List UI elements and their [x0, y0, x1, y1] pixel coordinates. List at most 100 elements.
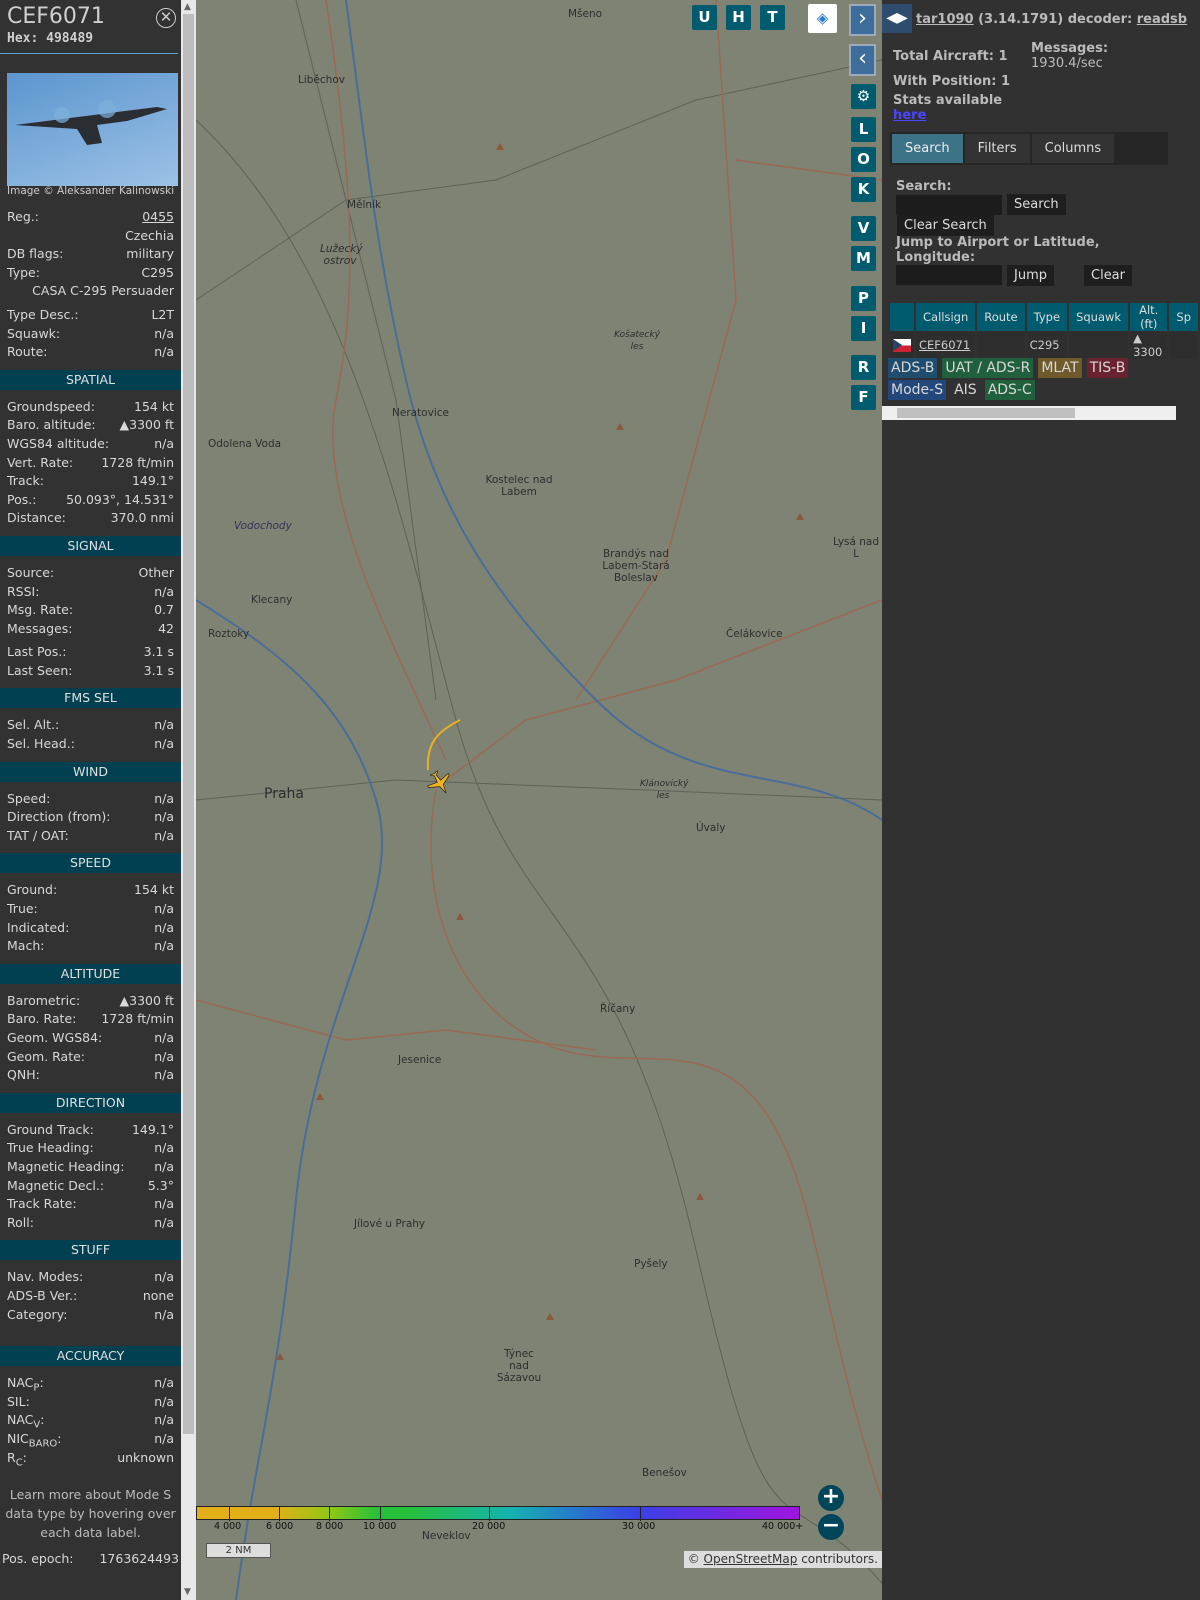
- zoom-in-icon[interactable]: +: [818, 1485, 844, 1511]
- col-callsign[interactable]: Callsign: [916, 303, 976, 331]
- settings-gear-icon[interactable]: ⚙: [851, 84, 876, 109]
- detail-value: none: [142, 1287, 174, 1303]
- search-button[interactable]: Search: [1007, 194, 1066, 215]
- detail-value: ▲3300 ft: [119, 992, 174, 1008]
- map-label: Košatecký les: [614, 330, 660, 352]
- detail-value: n/a: [154, 919, 174, 935]
- toggle-u-button[interactable]: U: [692, 5, 717, 30]
- search-input[interactable]: [896, 195, 1002, 215]
- row-squawk: [1069, 331, 1129, 359]
- detail-label: Nav. Modes:: [7, 1269, 84, 1285]
- toggle-m-button[interactable]: M: [851, 246, 876, 271]
- detail-value: Czechia: [125, 227, 174, 243]
- detail-row: Route: n/a: [0, 343, 181, 362]
- detail-row: Groundspeed: 154 kt: [0, 398, 181, 417]
- airplane-photo-icon: [15, 100, 167, 145]
- toggle-f-button[interactable]: F: [851, 385, 876, 410]
- detail-row: Barometric: ▲3300 ft: [0, 992, 181, 1011]
- detail-row: Type: C295: [0, 264, 181, 283]
- toggle-t-button[interactable]: T: [760, 5, 785, 30]
- legend-label: 40 000+: [762, 1521, 804, 1532]
- tab-columns[interactable]: Columns: [1031, 134, 1115, 163]
- col-route[interactable]: Route: [977, 303, 1025, 331]
- col-altitude[interactable]: Alt. (ft): [1130, 303, 1168, 331]
- detail-value[interactable]: 0455: [142, 208, 174, 227]
- scroll-down-icon[interactable]: ▼: [184, 1587, 191, 1597]
- toggle-o-button[interactable]: O: [851, 147, 876, 172]
- col-flag[interactable]: [890, 303, 914, 331]
- detail-value: 1728 ft/min: [101, 454, 174, 470]
- detail-label: Pos.:: [7, 491, 37, 507]
- hex-code: Hex: 498489: [7, 31, 94, 46]
- source-badge: AIS: [951, 380, 980, 400]
- expand-right-icon[interactable]: ›: [849, 4, 876, 36]
- map-label: Roztoky: [208, 628, 250, 640]
- detail-value: n/a: [154, 344, 174, 360]
- row-callsign[interactable]: CEF6071: [916, 331, 976, 359]
- left-panel-scrollbar[interactable]: ▲ ▼: [181, 0, 196, 1600]
- detail-row: Baro. altitude: ▲3300 ft: [0, 416, 181, 435]
- detail-label: Route:: [7, 344, 48, 360]
- osm-link[interactable]: OpenStreetMap: [704, 1552, 798, 1566]
- tab-search[interactable]: Search: [892, 134, 963, 163]
- detail-value: 0.7: [154, 602, 174, 618]
- col-squawk[interactable]: Squawk: [1069, 303, 1129, 331]
- row-type: C295: [1026, 331, 1068, 359]
- detail-row: Type Desc.: L2T: [0, 306, 181, 325]
- scrollbar-thumb[interactable]: [183, 14, 194, 1434]
- detail-row: Direction (from): n/a: [0, 808, 181, 827]
- map[interactable]: Mšeno Liběchov Mělník Lužecký ostrov Ner…: [196, 0, 882, 1600]
- collapse-left-icon[interactable]: ‹: [849, 44, 876, 76]
- toggle-i-button[interactable]: I: [851, 316, 876, 341]
- detail-value: L2T: [151, 306, 174, 322]
- source-legend: ADS-B UAT / ADS-R MLAT TIS-B Mode-S AIS ADS-C: [888, 357, 1178, 401]
- zoom-out-icon[interactable]: −: [818, 1514, 844, 1540]
- scrollbar-thumb[interactable]: [897, 408, 1075, 418]
- toggle-k-button[interactable]: K: [851, 177, 876, 202]
- toggle-v-button[interactable]: V: [851, 216, 876, 241]
- scroll-up-icon[interactable]: ▲: [184, 2, 191, 12]
- detail-value: n/a: [154, 1375, 174, 1391]
- section-header-altitude: ALTITUDE: [0, 963, 181, 984]
- stats-link[interactable]: here: [893, 108, 926, 123]
- detail-row: Track Rate: n/a: [0, 1195, 181, 1214]
- toggle-p-button[interactable]: P: [851, 286, 876, 311]
- detail-value: 1763624493: [99, 1551, 179, 1567]
- toggle-r-button[interactable]: R: [851, 355, 876, 380]
- detail-value: n/a: [154, 583, 174, 599]
- table-horizontal-scrollbar[interactable]: [882, 406, 1176, 420]
- aircraft-marker-icon[interactable]: [424, 767, 457, 800]
- close-icon[interactable]: ✕: [156, 8, 176, 28]
- aircraft-table: Callsign Route Type Squawk Alt. (ft) Sp …: [888, 303, 1200, 359]
- source-badge: ADS-C: [984, 380, 1035, 400]
- decoder-link[interactable]: readsb: [1137, 12, 1187, 27]
- legend-label: 20 000: [472, 1521, 506, 1532]
- layers-icon[interactable]: ◈: [808, 4, 837, 33]
- jump-input[interactable]: [896, 265, 1002, 285]
- detail-row: Last Seen: 3.1 s: [0, 662, 181, 681]
- aircraft-photo[interactable]: [7, 73, 178, 186]
- detail-row: Distance: 370.0 nmi: [0, 509, 181, 528]
- toggle-h-button[interactable]: H: [726, 5, 751, 30]
- detail-value: n/a: [154, 1393, 174, 1409]
- tar1090-link[interactable]: tar1090: [916, 12, 974, 27]
- scale-bar: 2 NM: [206, 1543, 271, 1558]
- toggle-l-button[interactable]: L: [851, 117, 876, 142]
- clear-button[interactable]: Clear: [1084, 265, 1132, 286]
- table-row[interactable]: CEF6071 C295 ▲ 3300: [890, 331, 1198, 359]
- detail-value: n/a: [154, 1048, 174, 1064]
- detail-label: True Heading:: [7, 1140, 94, 1156]
- photo-credit: Image © Aleksander Kalinowski: [7, 185, 175, 197]
- clear-search-button[interactable]: Clear Search: [897, 215, 994, 236]
- col-speed[interactable]: Sp: [1169, 303, 1198, 331]
- detail-row: True Heading: n/a: [0, 1139, 181, 1158]
- col-type[interactable]: Type: [1026, 303, 1068, 331]
- tab-filters[interactable]: Filters: [964, 134, 1030, 163]
- detail-label: Last Pos.:: [7, 644, 67, 660]
- pos-epoch-row: Pos. epoch: 1763624493: [0, 1550, 181, 1569]
- panel-tabs: Search Filters Columns: [890, 132, 1168, 165]
- detail-label: RC:: [7, 1449, 27, 1469]
- detail-row: SIL: n/a: [0, 1393, 181, 1412]
- jump-button[interactable]: Jump: [1007, 265, 1054, 286]
- panel-toggle-icon[interactable]: ◀▶: [882, 4, 912, 33]
